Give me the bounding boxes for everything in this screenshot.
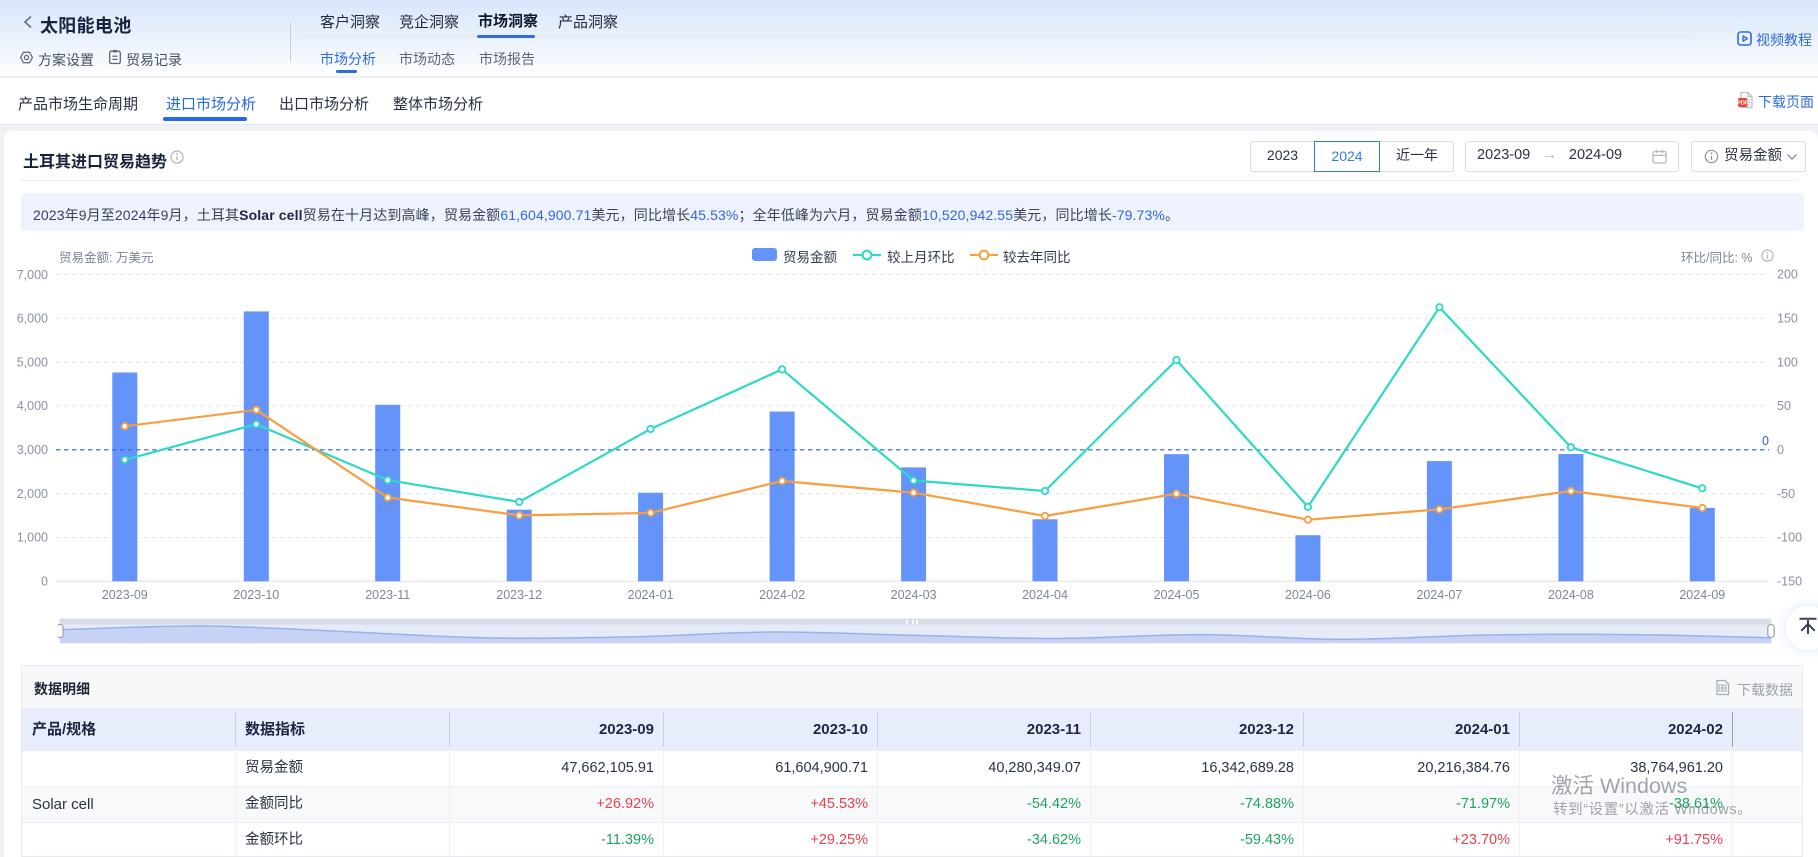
svg-text:2023-11: 2023-11 — [365, 588, 410, 602]
svg-text:200: 200 — [1777, 268, 1798, 282]
svg-text:0: 0 — [1762, 434, 1769, 448]
svg-text:2024-01: 2024-01 — [628, 588, 674, 602]
svg-text:2024-03: 2024-03 — [891, 588, 937, 602]
svg-text:2024-02: 2024-02 — [759, 588, 805, 602]
svg-text:-150: -150 — [1777, 574, 1802, 588]
svg-text:-50: -50 — [1777, 487, 1795, 501]
svg-text:2,000: 2,000 — [17, 487, 48, 501]
svg-text:2023-09: 2023-09 — [102, 588, 148, 602]
svg-text:1,000: 1,000 — [17, 531, 48, 545]
svg-text:100: 100 — [1777, 355, 1798, 369]
svg-text:PDF: PDF — [1737, 101, 1749, 107]
svg-text:2024-04: 2024-04 — [1022, 588, 1068, 602]
svg-text:-100: -100 — [1777, 531, 1802, 545]
svg-text:2024-08: 2024-08 — [1548, 588, 1594, 602]
svg-text:6,000: 6,000 — [17, 312, 48, 326]
svg-text:4,000: 4,000 — [17, 399, 48, 413]
svg-text:0: 0 — [41, 575, 48, 589]
svg-text:50: 50 — [1777, 399, 1791, 413]
svg-text:7,000: 7,000 — [17, 268, 48, 282]
svg-text:2024-09: 2024-09 — [1679, 588, 1725, 602]
svg-text:2023-12: 2023-12 — [496, 588, 542, 602]
svg-text:2024-07: 2024-07 — [1416, 588, 1462, 602]
svg-text:2024-06: 2024-06 — [1285, 588, 1331, 602]
svg-text:150: 150 — [1777, 312, 1798, 326]
svg-text:2024-05: 2024-05 — [1154, 588, 1200, 602]
svg-text:5,000: 5,000 — [17, 355, 48, 369]
svg-text:3,000: 3,000 — [17, 443, 48, 457]
svg-text:0: 0 — [1777, 443, 1784, 457]
svg-text:2023-10: 2023-10 — [233, 588, 279, 602]
